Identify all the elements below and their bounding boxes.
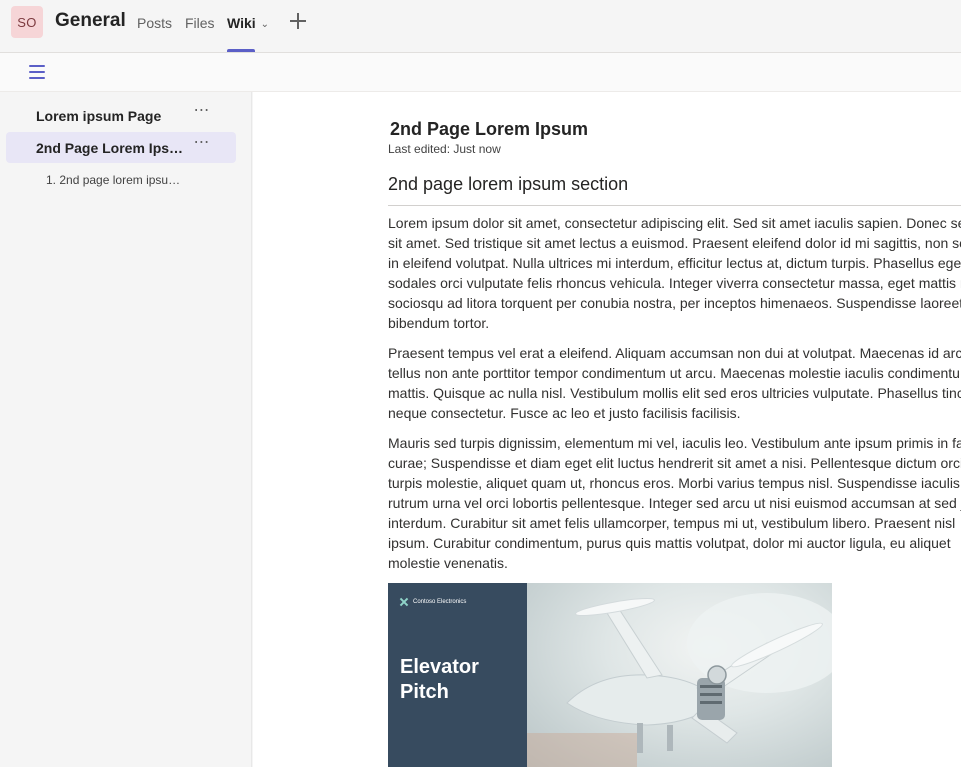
last-edited-text: Last edited: Just now xyxy=(388,142,501,156)
sidebar-section-link[interactable]: 1. 2nd page lorem ipsum section xyxy=(46,173,186,187)
sidebar-item-lorem-ipsum-page[interactable]: Lorem ipsum Page ⋯ xyxy=(6,100,236,131)
more-options-icon[interactable]: ⋯ xyxy=(192,135,212,156)
hamburger-menu-icon[interactable] xyxy=(29,65,45,79)
tab-posts[interactable]: Posts xyxy=(137,15,172,31)
add-tab-plus-icon[interactable] xyxy=(289,12,307,30)
paragraph[interactable]: Mauris sed turpis dignissim, elementum m… xyxy=(388,433,961,573)
chevron-down-icon[interactable]: ⌄ xyxy=(261,19,269,30)
channel-title: General xyxy=(55,10,126,31)
app-header: SO General Posts Files Wiki ⌄ xyxy=(0,0,961,53)
wiki-page-content: 2nd Page Lorem Ipsum Last edited: Just n… xyxy=(253,92,961,767)
embedded-slide-image[interactable]: Contoso Electronics Elevator Pitch xyxy=(388,583,832,767)
wiki-toolbar xyxy=(0,53,961,92)
tab-wiki-label: Wiki xyxy=(227,15,256,31)
sidebar-item-label: Lorem ipsum Page xyxy=(36,108,162,124)
slide-brand-text: Contoso Electronics xyxy=(413,599,467,605)
slide-logo: Contoso Electronics xyxy=(399,597,466,607)
slide-title: Elevator Pitch xyxy=(400,656,479,703)
slide-title-panel: Contoso Electronics Elevator Pitch xyxy=(388,583,527,767)
drone-photo xyxy=(517,583,832,767)
section-heading[interactable]: 2nd page lorem ipsum section xyxy=(388,174,628,195)
paragraph[interactable]: Lorem ipsum dolor sit amet, consectetur … xyxy=(388,213,961,333)
active-tab-indicator xyxy=(227,49,255,52)
tab-files[interactable]: Files xyxy=(185,15,215,31)
contoso-logo-icon xyxy=(399,597,409,607)
more-options-icon[interactable]: ⋯ xyxy=(192,103,212,124)
sidebar-item-2nd-page[interactable]: 2nd Page Lorem Ipsum ⋯ xyxy=(6,132,236,163)
paragraph[interactable]: Praesent tempus vel erat a eleifend. Ali… xyxy=(388,343,961,423)
team-avatar[interactable]: SO xyxy=(11,6,43,38)
wiki-page-list: Lorem ipsum Page ⋯ 2nd Page Lorem Ipsum … xyxy=(0,92,252,767)
section-divider xyxy=(388,205,961,206)
sidebar-item-label: 2nd Page Lorem Ipsum xyxy=(36,140,186,156)
drone-illustration-icon xyxy=(517,593,832,767)
page-title[interactable]: 2nd Page Lorem Ipsum xyxy=(390,119,588,140)
tab-wiki[interactable]: Wiki ⌄ xyxy=(227,15,269,31)
